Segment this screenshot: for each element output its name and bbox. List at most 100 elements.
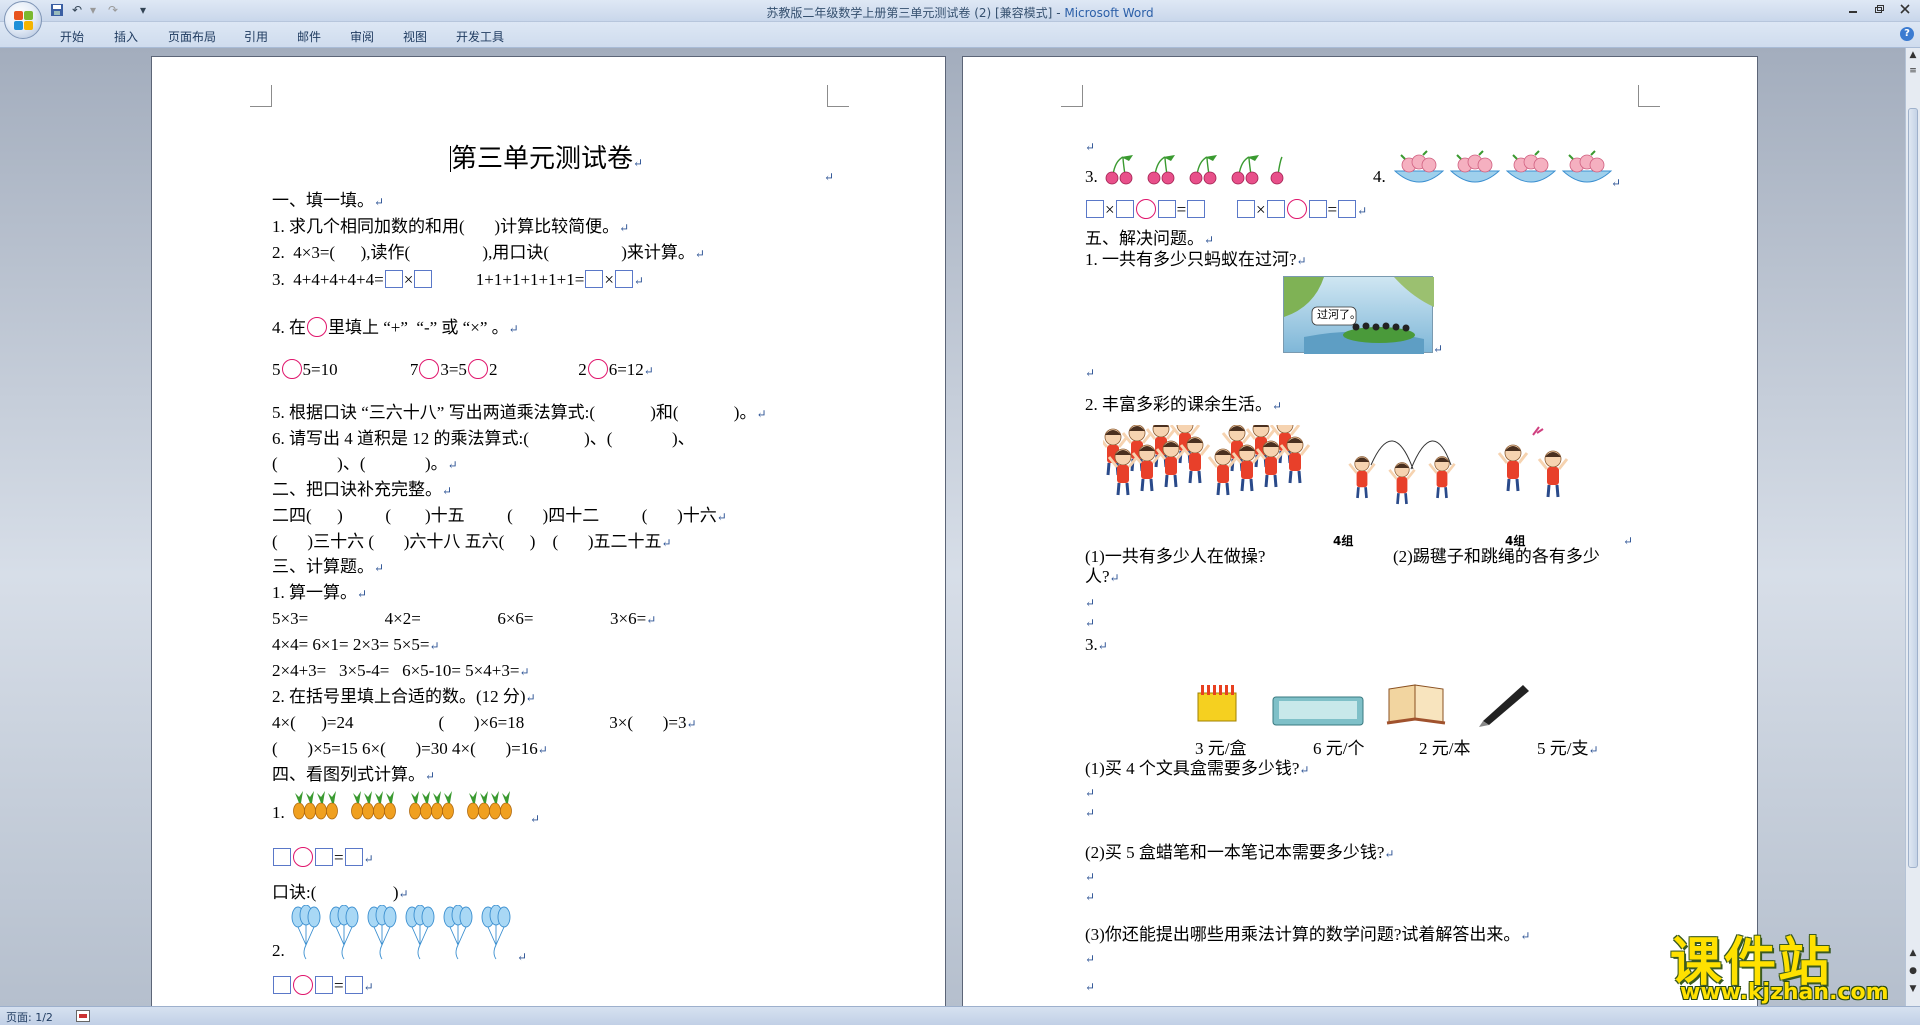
section-4-heading: 四、看图列式计算。↵ (272, 765, 436, 784)
answer-circle[interactable] (1135, 199, 1156, 219)
fill-row-1: 4×( )=24 ( )×6=18 3×( )=3↵ (272, 713, 697, 732)
answer-circle[interactable] (1286, 199, 1307, 219)
para-mark: ↵ (1085, 890, 1096, 904)
margin-corner-mark (1638, 85, 1660, 107)
minimize-button[interactable] (1840, 2, 1866, 18)
answer-circle[interactable] (587, 359, 608, 379)
answer-box[interactable] (1115, 200, 1134, 218)
koujue-row-1: 二四( ) ( )十五 ( )四十二 ( )十六↵ (272, 506, 727, 525)
watermark-url: www.kjzhan.com (1680, 980, 1889, 1005)
equation-row-3: × = × = ↵ (1085, 199, 1367, 221)
answer-box[interactable] (273, 976, 291, 994)
para-mark: ↵ (1611, 176, 1622, 190)
group-count-label: 4组 (1333, 534, 1354, 548)
answer-circle[interactable] (419, 359, 440, 379)
para-mark: ↵ (824, 170, 835, 184)
answer-box[interactable] (414, 270, 433, 288)
para-mark: ↵ (530, 812, 541, 826)
answer-box[interactable] (1338, 200, 1357, 218)
koujue-answer: 口诀:( )↵ (272, 883, 409, 902)
tab-insert[interactable]: 插入 (114, 28, 138, 45)
tab-home[interactable]: 开始 (60, 28, 84, 45)
language-icon[interactable] (76, 1010, 90, 1022)
section-5-heading: 五、解决问题。↵ (1085, 229, 1215, 248)
answer-box[interactable] (1236, 200, 1255, 218)
answer-box[interactable] (614, 270, 633, 288)
answer-circle[interactable] (293, 847, 313, 867)
office-button[interactable] (4, 1, 42, 39)
ruler-toggle-icon[interactable]: ≡ (1907, 66, 1919, 80)
answer-box[interactable] (1187, 200, 1206, 218)
equation-row-1: = ↵ (272, 847, 374, 869)
title-bar: ↶ ▾ ↷ ▾ 苏教版二年级数学上册第三单元测试卷 (2) [兼容模式] - M… (0, 0, 1920, 22)
answer-box[interactable] (384, 270, 403, 288)
para-mark: ↵ (1433, 342, 1444, 356)
price-crayons: 3 元/盒 (1195, 739, 1247, 758)
answer-circle[interactable] (281, 359, 302, 379)
para-mark: ↵ (1085, 366, 1096, 380)
answer-box[interactable] (315, 848, 333, 866)
answer-box[interactable] (1308, 200, 1327, 218)
answer-box[interactable] (1086, 200, 1104, 218)
answer-box[interactable] (585, 270, 604, 288)
price-notebook: 2 元/本 (1419, 739, 1471, 758)
page-indicator[interactable]: 页面: 1/2 (6, 1009, 53, 1025)
problem-2-2: (2)踢毽子和跳绳的各有多少 (1393, 547, 1600, 566)
answer-box[interactable] (1266, 200, 1285, 218)
answer-circle[interactable] (467, 359, 488, 379)
tab-references[interactable]: 引用 (244, 28, 268, 45)
ant-speech-bubble: 过河了。 (1317, 309, 1361, 321)
answer-box[interactable] (315, 976, 333, 994)
balloon-illustration (291, 905, 511, 960)
question-1-5: 5. 根据口诀 “三六十八” 写出两道乘法算式:( )和( )。↵ (272, 403, 767, 422)
notebook-icon (1386, 684, 1446, 725)
scrollbar-thumb[interactable] (1908, 108, 1918, 868)
answer-box[interactable] (344, 976, 363, 994)
calc-row-2: 4×4= 6×1= 2×3= 5×5=↵ (272, 635, 440, 654)
tab-view[interactable]: 视图 (403, 28, 427, 45)
question-3-2: 2. 在括号里填上合适的数。(12 分)↵ (272, 687, 536, 706)
tab-developer[interactable]: 开发工具 (456, 28, 504, 45)
window-title: 苏教版二年级数学上册第三单元测试卷 (2) [兼容模式] - Microsoft… (0, 4, 1920, 21)
answer-circle[interactable] (307, 317, 327, 337)
tab-page-layout[interactable]: 页面布局 (168, 28, 216, 45)
help-icon[interactable]: ? (1900, 27, 1914, 41)
para-mark: ↵ (1085, 870, 1096, 884)
question-1-6-cont: ( )、( )。↵ (272, 454, 458, 473)
margin-corner-mark (1061, 85, 1083, 107)
page-title[interactable]: 第三单元测试卷↵ (450, 143, 643, 179)
answer-box[interactable] (344, 848, 363, 866)
ribbon-tabs: 开始 插入 页面布局 引用 邮件 审阅 视图 开发工具 ? (0, 22, 1920, 48)
equation-row-2: = ↵ (272, 975, 374, 997)
restore-button[interactable] (1866, 2, 1892, 18)
question-3-1: 1. 算一算。↵ (272, 583, 368, 602)
tab-mailings[interactable]: 邮件 (297, 28, 321, 45)
price-pen: 5 元/支↵ (1537, 739, 1599, 758)
office-logo-icon (14, 11, 33, 30)
fill-row-2: ( )×5=15 6×( )=30 4×( )=16↵ (272, 739, 548, 758)
answer-circle[interactable] (293, 975, 313, 995)
picture-question-3-label: 3. (1085, 167, 1098, 186)
question-1-3: 3. 4+4+4+4+4= × 1+1+1+1+1+1= × ↵ (272, 270, 644, 289)
problem-3-2: (2)买 5 盒蜡笔和一本笔记本需要多少钱?↵ (1085, 843, 1395, 862)
problem-2: 2. 丰富多彩的课余生活。↵ (1085, 395, 1283, 414)
answer-box[interactable] (1157, 200, 1176, 218)
para-mark: ↵ (1085, 952, 1096, 966)
close-button[interactable] (1892, 2, 1918, 18)
pencil-case-icon (1272, 696, 1364, 726)
problem-3: 3.↵ (1085, 635, 1108, 654)
cherries-illustration (1105, 154, 1284, 185)
para-mark: ↵ (1623, 534, 1634, 548)
tab-review[interactable]: 审阅 (350, 28, 374, 45)
margin-corner-mark (250, 85, 272, 107)
margin-corner-mark (827, 85, 849, 107)
question-1-2: 2. 4×3=( ),读作( ),用口诀( )来计算。↵ (272, 243, 705, 262)
vertical-scrollbar[interactable]: ▲ ≡ ▲ ● ▼ (1905, 48, 1920, 1006)
problem-1: 1. 一共有多少只蚂蚁在过河?↵ (1085, 250, 1307, 269)
para-mark: ↵ (517, 950, 528, 964)
page-1: 第三单元测试卷↵ ↵ 一、填一填。↵ 1. 求几个相同加数的和用( )计算比较简… (151, 56, 946, 1014)
after-school-activities-illustration (1103, 425, 1569, 506)
answer-box[interactable] (273, 848, 291, 866)
scroll-up-icon[interactable]: ▲ (1907, 50, 1919, 64)
pineapple-illustration (293, 790, 512, 820)
